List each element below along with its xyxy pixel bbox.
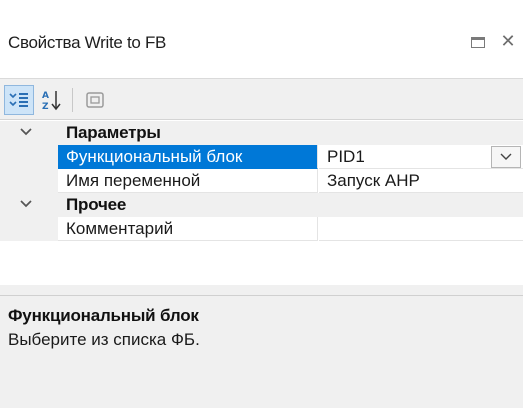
property-value[interactable]: PID1 — [319, 145, 523, 169]
property-name[interactable]: Имя переменной — [58, 169, 318, 193]
chevron-down-icon[interactable] — [18, 124, 34, 140]
description-pane: Функциональный блок Выберите из списка Ф… — [0, 295, 523, 408]
svg-text:A: A — [42, 91, 49, 101]
category-row-parameters[interactable]: Параметры — [0, 121, 523, 145]
restore-icon — [471, 36, 485, 48]
title-bar[interactable]: Свойства Write to FB ✕ — [0, 0, 523, 78]
sort-alphabetical-icon: A Z — [42, 91, 61, 112]
panel-title: Свойства Write to FB — [8, 33, 167, 52]
property-value[interactable] — [319, 217, 523, 241]
close-icon: ✕ — [500, 31, 516, 52]
property-grid: Параметры Функциональный блок PID1 Имя п… — [0, 121, 523, 285]
property-name[interactable]: Комментарий — [58, 217, 318, 241]
property-pages-icon — [86, 92, 104, 108]
categorized-button[interactable] — [4, 85, 34, 115]
category-label: Прочее — [66, 195, 127, 214]
property-value-text: PID1 — [327, 147, 365, 166]
description-title: Функциональный блок — [8, 306, 199, 325]
description-text: Выберите из списка ФБ. — [8, 330, 200, 349]
toolbar: A Z — [0, 78, 523, 120]
title-buttons: ✕ — [463, 30, 523, 54]
category-row-other[interactable]: Прочее — [0, 193, 523, 217]
splitter[interactable] — [0, 285, 523, 295]
chevron-down-icon[interactable] — [18, 196, 34, 212]
categorized-icon — [9, 93, 28, 107]
svg-text:Z: Z — [42, 102, 49, 112]
property-value[interactable]: Запуск АНР — [319, 169, 523, 193]
chevron-down-icon — [500, 153, 512, 160]
toolbar-separator — [72, 88, 73, 112]
close-button[interactable]: ✕ — [493, 30, 523, 54]
property-row-comment[interactable]: Комментарий — [0, 217, 523, 241]
restore-button[interactable] — [463, 30, 493, 54]
properties-panel: Свойства Write to FB ✕ A Z Параметры Фун… — [0, 0, 523, 408]
dropdown-button[interactable] — [491, 146, 521, 168]
property-pages-button[interactable] — [80, 85, 110, 115]
sort-alphabetical-button[interactable]: A Z — [38, 85, 68, 115]
category-label: Параметры — [66, 123, 161, 142]
property-row-function-block[interactable]: Функциональный блок PID1 — [0, 145, 523, 169]
property-name[interactable]: Функциональный блок — [58, 145, 318, 169]
property-row-variable-name[interactable]: Имя переменной Запуск АНР — [0, 169, 523, 193]
